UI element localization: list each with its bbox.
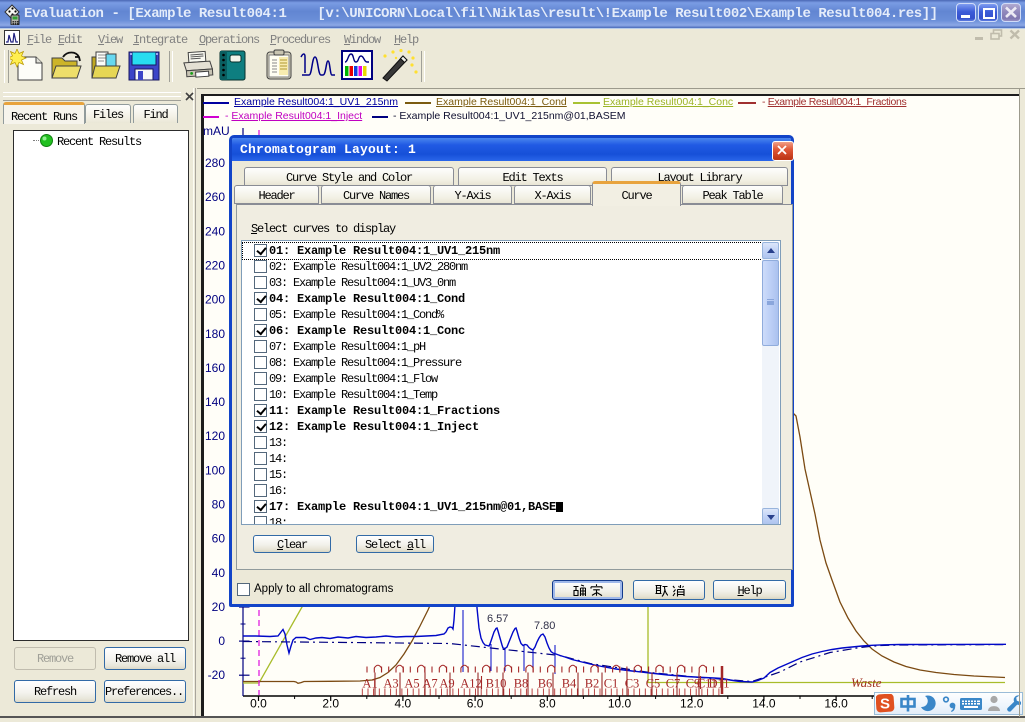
svg-text:C3: C3 [625,677,640,691]
svg-text:4.0: 4.0 [395,697,412,711]
svg-text:100: 100 [205,463,225,477]
svg-text:140: 140 [205,395,225,409]
svg-text:Waste: Waste [851,675,882,690]
svg-text:B8: B8 [514,677,529,691]
svg-text:180: 180 [205,327,225,341]
svg-text:16.0: 16.0 [824,697,848,711]
svg-text:200: 200 [205,293,225,307]
svg-text:2.0: 2.0 [322,697,339,711]
svg-text:80: 80 [212,498,226,512]
svg-text:C1: C1 [604,677,619,691]
svg-text:60: 60 [212,532,226,546]
svg-text:220: 220 [205,258,225,272]
svg-text:12.0: 12.0 [680,697,704,711]
svg-text:20: 20 [212,600,226,614]
svg-text:14.0: 14.0 [752,697,776,711]
svg-text:B2: B2 [585,677,600,691]
svg-text:A7: A7 [422,677,437,691]
svg-text:240: 240 [205,224,225,238]
svg-text:280: 280 [205,156,225,170]
svg-text:A1: A1 [362,677,377,691]
svg-text:B6: B6 [538,677,553,691]
svg-text:7.80: 7.80 [534,620,555,632]
svg-text:6.57: 6.57 [487,613,508,625]
svg-text:0.0: 0.0 [250,697,267,711]
svg-text:-20: -20 [208,668,226,682]
svg-text:40: 40 [212,566,226,580]
svg-text:A9: A9 [439,677,454,691]
svg-text:B10: B10 [486,677,507,691]
svg-text:8.0: 8.0 [539,697,556,711]
svg-text:160: 160 [205,361,225,375]
svg-text:10.0: 10.0 [608,697,632,711]
svg-text:260: 260 [205,190,225,204]
svg-text:S: S [880,696,890,713]
svg-text:C5: C5 [646,677,661,691]
svg-text:A12: A12 [460,677,482,691]
svg-text:120: 120 [205,429,225,443]
svg-text:D11: D11 [708,677,729,691]
svg-text:6.0: 6.0 [467,697,484,711]
svg-text:A5: A5 [404,677,419,691]
svg-text:0: 0 [218,634,225,648]
svg-text:B4: B4 [562,677,577,691]
svg-text:A3: A3 [383,677,398,691]
svg-text:C7: C7 [666,677,681,691]
svg-text:mAU: mAU [203,124,230,138]
